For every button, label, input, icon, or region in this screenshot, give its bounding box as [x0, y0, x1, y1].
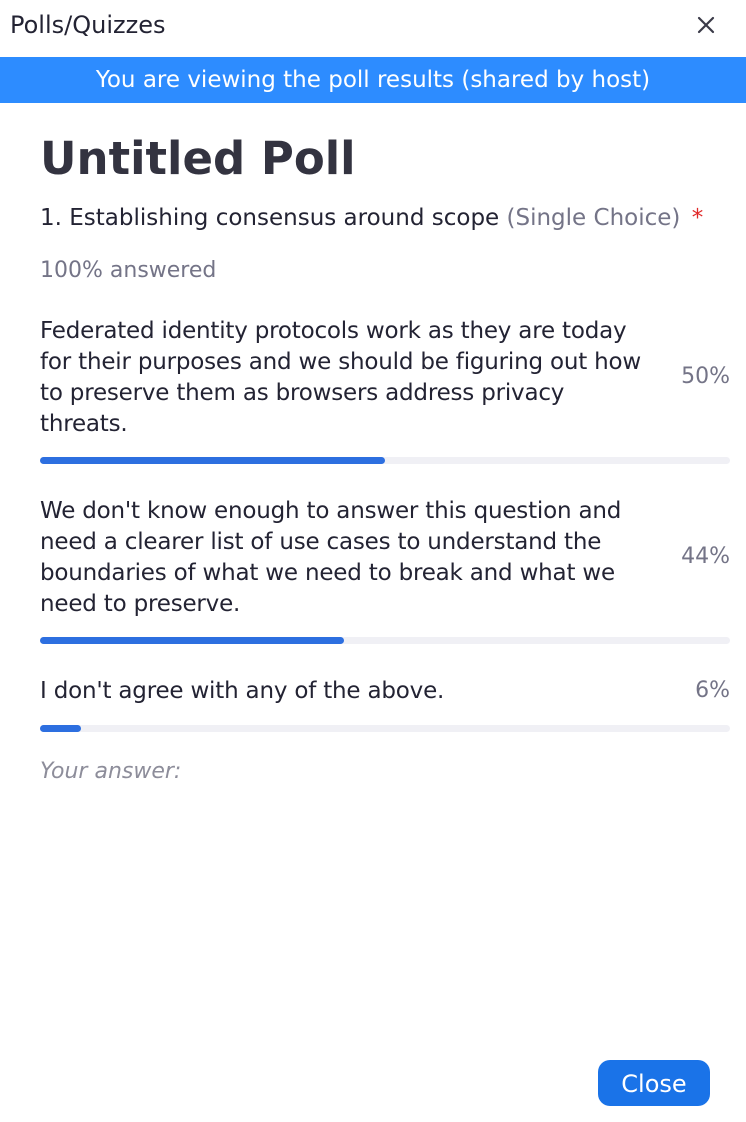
- poll-option: Federated identity protocols work as the…: [40, 316, 730, 466]
- result-bar-track: [40, 725, 730, 732]
- result-bar-fill: [40, 725, 82, 732]
- option-text: I don't agree with any of the above.: [40, 678, 445, 704]
- option-percent: 44%: [681, 544, 730, 569]
- result-bar-fill: [40, 637, 344, 644]
- result-bar-track: [40, 457, 730, 464]
- required-marker: *: [691, 205, 704, 231]
- close-button[interactable]: Close: [598, 1060, 710, 1106]
- question-type: (Single Choice): [506, 205, 681, 231]
- title-bar: Polls/Quizzes: [0, 0, 746, 57]
- result-bar-fill: [40, 457, 385, 464]
- your-answer-label: Your answer:: [40, 759, 182, 784]
- poll-title: Untitled Poll: [40, 132, 356, 185]
- answered-status: 100% answered: [40, 258, 217, 283]
- question-text: 1. Establishing consensus around scope (…: [40, 202, 703, 234]
- results-banner: You are viewing the poll results (shared…: [0, 57, 746, 103]
- option-percent: 50%: [681, 364, 730, 389]
- polls-window: Polls/Quizzes You are viewing the poll r…: [0, 0, 746, 1122]
- close-icon[interactable]: [694, 13, 718, 37]
- result-bar-track: [40, 637, 730, 644]
- window-title: Polls/Quizzes: [10, 11, 166, 39]
- option-text: Federated identity protocols work as the…: [40, 318, 642, 437]
- poll-option: We don't know enough to answer this ques…: [40, 496, 730, 646]
- poll-option: I don't agree with any of the above. 6%: [40, 676, 730, 736]
- option-percent: 6%: [695, 678, 730, 703]
- question-label: 1. Establishing consensus around scope: [40, 205, 500, 231]
- option-text: We don't know enough to answer this ques…: [40, 498, 622, 617]
